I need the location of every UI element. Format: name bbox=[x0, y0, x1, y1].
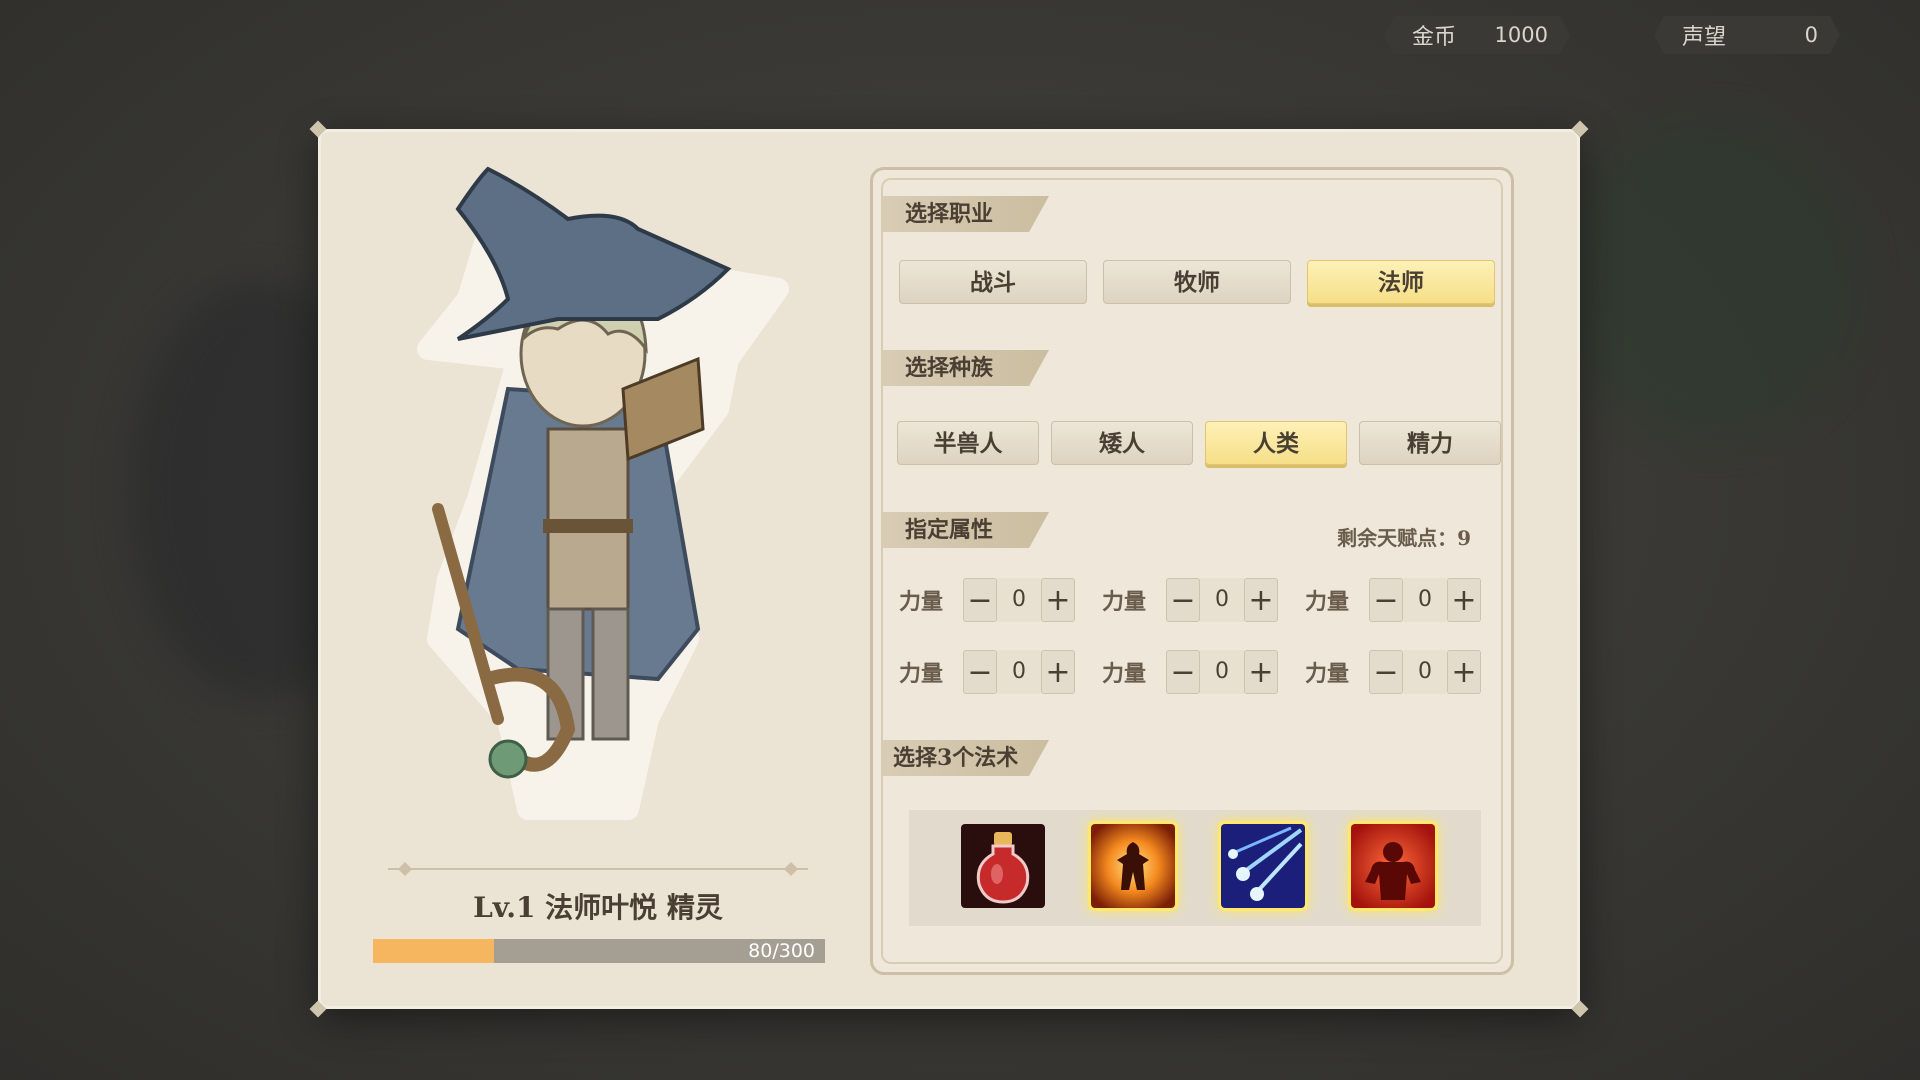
xp-bar-fill bbox=[373, 939, 494, 963]
attribute-value: 0 bbox=[997, 578, 1041, 622]
attribute-label: 力量 bbox=[899, 589, 944, 615]
gold-label: 金币 bbox=[1412, 25, 1457, 50]
attribute-value: 0 bbox=[997, 650, 1041, 694]
increase-button[interactable]: + bbox=[1447, 578, 1481, 622]
class-button-mage[interactable]: 法师 bbox=[1307, 260, 1495, 304]
attribute-row: 力量 − 0 + bbox=[1305, 650, 1481, 694]
fame-display: 声望 0 bbox=[1654, 16, 1840, 54]
class-button-warrior[interactable]: 战斗 bbox=[899, 260, 1087, 304]
xp-bar: 80/300 bbox=[373, 939, 825, 963]
attribute-label: 力量 bbox=[1305, 589, 1350, 615]
panel-corner bbox=[1571, 120, 1589, 138]
attribute-section-title: 指定属性 bbox=[883, 512, 1049, 548]
attribute-value: 0 bbox=[1403, 650, 1447, 694]
panel-corner bbox=[309, 120, 327, 138]
mage-character-portrait bbox=[417, 166, 789, 820]
spell-selection-box bbox=[909, 810, 1481, 926]
attribute-label: 力量 bbox=[1305, 661, 1350, 687]
decrease-button[interactable]: − bbox=[1166, 650, 1200, 694]
class-button-priest[interactable]: 牧师 bbox=[1103, 260, 1291, 304]
attribute-row: 力量 − 0 + bbox=[1305, 578, 1481, 622]
attribute-row: 力量 − 0 + bbox=[1102, 650, 1278, 694]
increase-button[interactable]: + bbox=[1244, 650, 1278, 694]
class-section-title: 选择职业 bbox=[883, 196, 1049, 232]
attribute-row: 力量 − 0 + bbox=[899, 650, 1075, 694]
decrease-button[interactable]: − bbox=[1369, 578, 1403, 622]
increase-button[interactable]: + bbox=[1244, 578, 1278, 622]
spell-section-title: 选择3个法术 bbox=[883, 740, 1049, 776]
decrease-button[interactable]: − bbox=[963, 578, 997, 622]
increase-button[interactable]: + bbox=[1041, 578, 1075, 622]
name-divider bbox=[388, 862, 808, 876]
decrease-button[interactable]: − bbox=[1166, 578, 1200, 622]
character-name: Lv.1 法师叶悦 精灵 bbox=[473, 891, 723, 924]
options-frame: 选择职业 战斗 牧师 法师 选择种族 半兽人 矮人 人类 精力 指定属性 剩余天… bbox=[870, 167, 1514, 975]
panel-corner bbox=[309, 1000, 327, 1018]
talent-points-remaining: 剩余天赋点：9 bbox=[1337, 526, 1471, 550]
magic-missile-icon[interactable] bbox=[1221, 824, 1305, 908]
increase-button[interactable]: + bbox=[1041, 650, 1075, 694]
attribute-value: 0 bbox=[1200, 650, 1244, 694]
increase-button[interactable]: + bbox=[1447, 650, 1481, 694]
attribute-row: 力量 − 0 + bbox=[1102, 578, 1278, 622]
attribute-value: 0 bbox=[1200, 578, 1244, 622]
attribute-label: 力量 bbox=[1102, 661, 1147, 687]
background-scene bbox=[1560, 120, 1860, 440]
race-button-human[interactable]: 人类 bbox=[1205, 421, 1347, 465]
attribute-row: 力量 − 0 + bbox=[899, 578, 1075, 622]
gold-value: 1000 bbox=[1494, 23, 1548, 47]
attribute-label: 力量 bbox=[899, 661, 944, 687]
fame-value: 0 bbox=[1804, 23, 1818, 47]
race-button-energy[interactable]: 精力 bbox=[1359, 421, 1501, 465]
decrease-button[interactable]: − bbox=[963, 650, 997, 694]
gold-display: 金币 1000 bbox=[1384, 16, 1570, 54]
attribute-label: 力量 bbox=[1102, 589, 1147, 615]
race-button-orc[interactable]: 半兽人 bbox=[897, 421, 1039, 465]
fame-label: 声望 bbox=[1682, 25, 1727, 50]
race-section-title: 选择种族 bbox=[883, 350, 1049, 386]
rage-icon[interactable] bbox=[1351, 824, 1435, 908]
decrease-button[interactable]: − bbox=[1369, 650, 1403, 694]
blood-potion-icon[interactable] bbox=[961, 824, 1045, 908]
character-creation-panel: Lv.1 法师叶悦 精灵 80/300 选择职业 战斗 牧师 法师 选择种族 半… bbox=[309, 120, 1589, 1018]
panel-corner bbox=[1571, 1000, 1589, 1018]
race-button-dwarf[interactable]: 矮人 bbox=[1051, 421, 1193, 465]
xp-text: 80/300 bbox=[748, 940, 815, 962]
attribute-value: 0 bbox=[1403, 578, 1447, 622]
fire-aura-icon[interactable] bbox=[1091, 824, 1175, 908]
